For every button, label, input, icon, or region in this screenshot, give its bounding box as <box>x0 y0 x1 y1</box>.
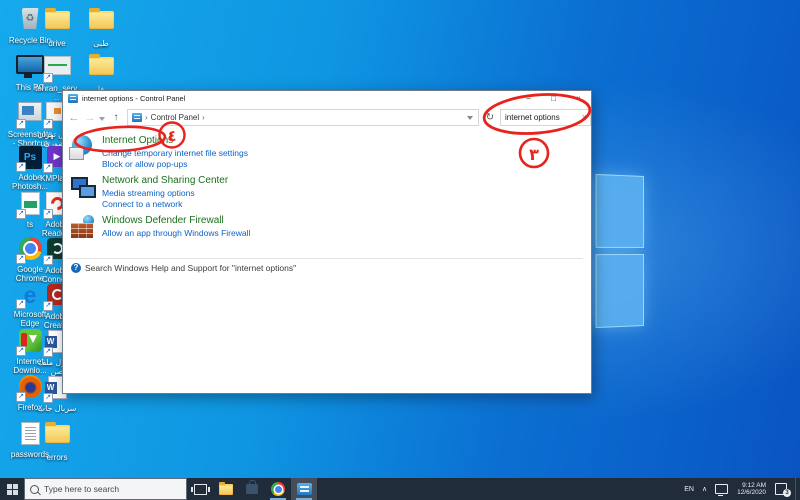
search-input-value[interactable]: internet options <box>505 113 582 122</box>
desktop: Recycle Bin This PC Screenshots - Shortc… <box>0 0 800 500</box>
taskbar-search-placeholder: Type here to search <box>44 484 119 494</box>
tray-time: 9:12 AM <box>742 482 766 490</box>
result-link[interactable]: Change temporary internet file settings <box>102 148 248 158</box>
desktop-icon-folder-ar1[interactable]: طبی <box>78 6 124 49</box>
windows-start-icon <box>7 484 18 495</box>
folder-icon <box>42 11 72 38</box>
show-desktop-button[interactable] <box>795 478 800 500</box>
desktop-icon-label: سربال جاب <box>34 405 80 414</box>
shortcut-arrow-icon <box>16 209 26 219</box>
system-tray: EN ∧ 9:12 AM 12/6/2020 3 <box>680 478 800 500</box>
tray-date: 12/6/2020 <box>737 489 766 497</box>
search-results-pane: Internet Options Change temporary intern… <box>63 130 591 393</box>
results-separator <box>67 258 583 259</box>
result-link[interactable]: Allow an app through Windows Firewall <box>102 228 250 238</box>
desktop-icon-errors[interactable]: errors <box>34 420 80 463</box>
result-link[interactable]: Connect to a network <box>102 199 228 209</box>
up-button[interactable]: ↑ <box>109 108 123 128</box>
help-search-link[interactable]: Search Windows Help and Support for "int… <box>85 263 296 273</box>
store-button[interactable] <box>239 478 265 500</box>
result-title-defender-firewall[interactable]: Windows Defender Firewall <box>102 215 250 227</box>
tray-chevron-icon[interactable]: ∧ <box>698 478 711 500</box>
chrome-icon <box>271 482 285 496</box>
address-bar[interactable]: › Control Panel › <box>127 109 479 126</box>
result-title-network-sharing[interactable]: Network and Sharing Center <box>102 175 228 187</box>
address-dropdown-caret-icon[interactable] <box>467 116 473 120</box>
shortcut-arrow-icon <box>43 73 53 83</box>
help-question-icon: ? <box>71 263 81 273</box>
network-tray-button[interactable] <box>711 478 732 500</box>
window-title: internet options - Control Panel <box>82 94 185 103</box>
title-bar[interactable]: internet options - Control Panel – □ × <box>63 91 591 106</box>
maximize-button[interactable]: □ <box>541 91 566 106</box>
clear-search-icon[interactable]: × <box>582 110 587 125</box>
control-panel-taskbar-button[interactable] <box>291 478 317 500</box>
folder-icon <box>86 11 116 38</box>
result-title-internet-options[interactable]: Internet Options <box>102 135 248 147</box>
folder-icon <box>86 57 116 84</box>
action-center-icon: 3 <box>775 483 787 495</box>
file-explorer-icon <box>219 484 233 495</box>
shortcut-arrow-icon <box>16 254 26 264</box>
navigation-toolbar: ← → ↑ › Control Panel › ↻ internet optio… <box>63 106 591 130</box>
desktop-icon-label: طبی <box>78 40 124 49</box>
result-network-sharing: Network and Sharing Center Media streami… <box>71 175 583 209</box>
search-icon <box>30 485 39 494</box>
task-view-button[interactable] <box>187 478 213 500</box>
shortcut-arrow-icon <box>43 119 53 129</box>
start-button[interactable] <box>0 478 24 500</box>
minimize-button[interactable]: – <box>516 91 541 106</box>
server-shortcut-icon <box>42 56 72 83</box>
result-internet-options: Internet Options Change temporary intern… <box>71 135 583 169</box>
shortcut-arrow-icon <box>16 346 26 356</box>
task-view-icon <box>194 484 207 495</box>
shortcut-arrow-icon <box>43 301 53 311</box>
shortcut-arrow-icon <box>43 255 53 265</box>
shortcut-arrow-icon <box>16 162 26 172</box>
language-indicator[interactable]: EN <box>680 478 698 500</box>
result-link[interactable]: Block or allow pop-ups <box>102 159 248 169</box>
folder-icon <box>42 425 72 452</box>
shortcut-arrow-icon <box>43 347 53 357</box>
control-panel-window: internet options - Control Panel – □ × ←… <box>62 90 592 394</box>
refresh-button[interactable]: ↻ <box>483 109 497 126</box>
network-icon <box>715 484 728 494</box>
breadcrumb-chevron: › <box>145 113 148 122</box>
back-button[interactable]: ← <box>67 108 81 128</box>
action-center-button[interactable]: 3 <box>771 478 791 500</box>
taskbar-search-box[interactable]: Type here to search <box>24 478 187 500</box>
control-panel-icon <box>132 113 142 122</box>
network-sharing-icon <box>71 175 95 199</box>
shortcut-arrow-icon <box>43 393 53 403</box>
shortcut-arrow-icon <box>16 119 26 129</box>
chrome-taskbar-button[interactable] <box>265 478 291 500</box>
control-panel-icon <box>68 94 78 103</box>
store-icon <box>246 484 258 494</box>
shortcut-arrow-icon <box>43 209 53 219</box>
result-defender-firewall: Windows Defender Firewall Allow an app t… <box>71 215 583 239</box>
desktop-icon-label: errors <box>34 454 80 463</box>
result-link[interactable]: Media streaming options <box>102 188 228 198</box>
internet-options-icon <box>71 135 95 159</box>
close-button[interactable]: × <box>566 91 591 106</box>
control-panel-search-box[interactable]: internet options × <box>500 109 591 126</box>
taskbar: Type here to search EN ∧ 9:12 AM 12/6/20… <box>0 478 800 500</box>
control-panel-icon <box>297 483 312 495</box>
recent-pages-caret-icon[interactable] <box>99 117 105 121</box>
desktop-icon-drive[interactable]: drive <box>34 6 80 49</box>
desktop-icon-label: drive <box>34 40 80 49</box>
shortcut-arrow-icon <box>16 299 26 309</box>
forward-button[interactable]: → <box>83 108 97 128</box>
clock[interactable]: 9:12 AM 12/6/2020 <box>732 478 771 500</box>
breadcrumb-chevron[interactable]: › <box>202 113 205 122</box>
help-link-row: ? Search Windows Help and Support for "i… <box>71 263 296 273</box>
desktop-icon-folder-ar2[interactable]: فا <box>78 52 124 95</box>
shortcut-arrow-icon <box>16 392 26 402</box>
shortcut-arrow-icon <box>43 163 53 173</box>
notification-badge: 3 <box>783 489 791 497</box>
file-explorer-button[interactable] <box>213 478 239 500</box>
breadcrumb-control-panel[interactable]: Control Panel <box>151 113 199 122</box>
firewall-icon <box>71 215 95 239</box>
